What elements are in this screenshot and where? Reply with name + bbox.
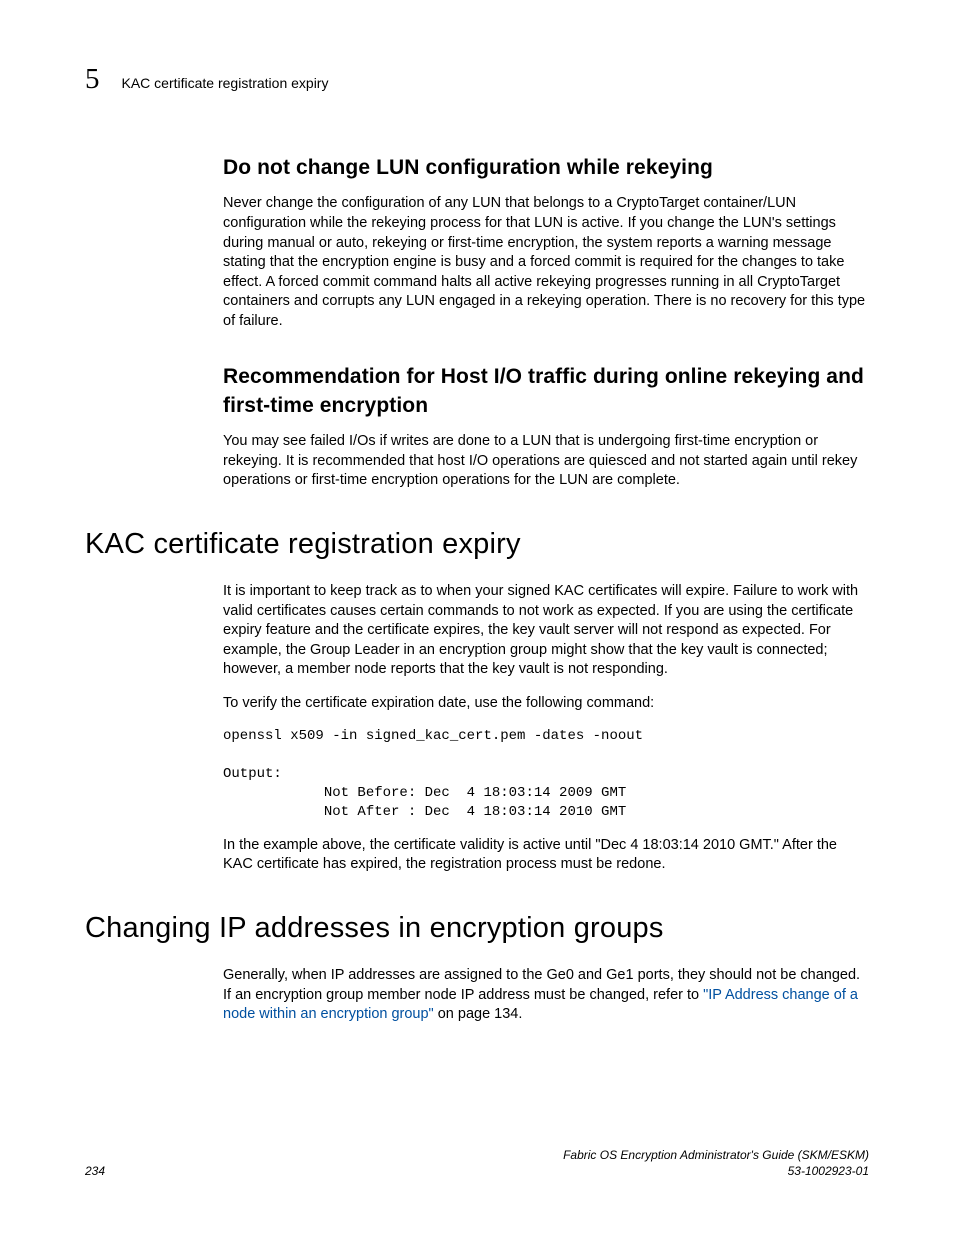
running-header: 5 KAC certificate registration expiry (85, 60, 869, 99)
body-paragraph: Never change the configuration of any LU… (223, 194, 869, 331)
body-paragraph: In the example above, the certificate va… (223, 836, 869, 875)
running-title: KAC certificate registration expiry (122, 74, 329, 93)
footer-doc-id: 53-1002923-01 (563, 1163, 869, 1179)
text-run: on page 134. (434, 1006, 523, 1022)
subsection-heading-lun-config: Do not change LUN configuration while re… (223, 154, 869, 182)
section-heading-kac-expiry: KAC certificate registration expiry (85, 525, 869, 564)
chapter-number: 5 (85, 60, 100, 99)
body-paragraph: To verify the certificate expiration dat… (223, 694, 869, 714)
section-heading-changing-ip: Changing IP addresses in encryption grou… (85, 909, 869, 948)
body-paragraph: You may see failed I/Os if writes are do… (223, 432, 869, 491)
footer-doc-title: Fabric OS Encryption Administrator's Gui… (563, 1147, 869, 1163)
body-paragraph: It is important to keep track as to when… (223, 582, 869, 680)
body-paragraph: Generally, when IP addresses are assigne… (223, 966, 869, 1025)
subsection-heading-host-io: Recommendation for Host I/O traffic duri… (223, 363, 869, 420)
code-block: openssl x509 -in signed_kac_cert.pem -da… (223, 727, 869, 821)
page-footer: 234 Fabric OS Encryption Administrator's… (85, 1147, 869, 1179)
page-number: 234 (85, 1163, 105, 1179)
